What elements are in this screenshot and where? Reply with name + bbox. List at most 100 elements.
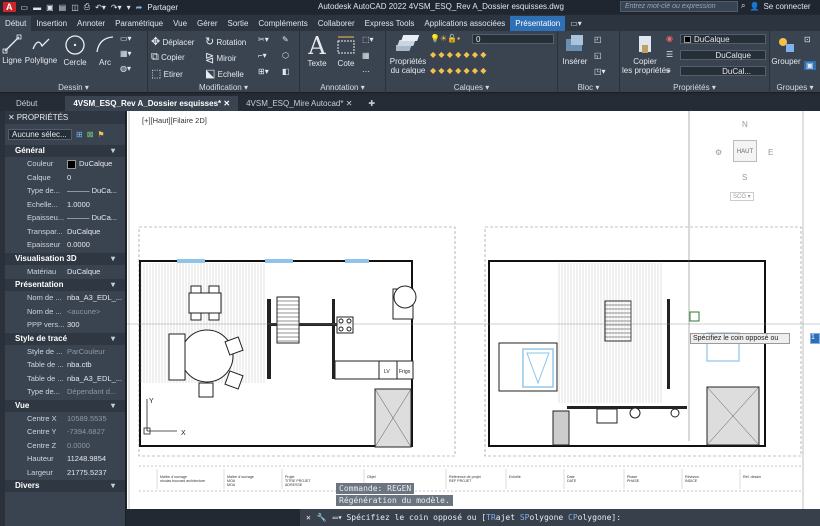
layer-dropdown[interactable]: 0	[472, 34, 554, 44]
property-row[interactable]: Echelle... 1.0000	[5, 198, 125, 212]
customize-icon[interactable]: 🔧	[317, 513, 333, 522]
group-select-icon[interactable]: ▣	[804, 61, 816, 70]
inserer-button[interactable]: Insérer	[560, 33, 590, 66]
viewcube-west[interactable]: ⚙	[715, 148, 722, 157]
property-row[interactable]: PPP vers... 300	[5, 318, 125, 332]
share-icon[interactable]: ➦	[136, 3, 143, 12]
color-dropdown[interactable]: DuCalque	[680, 34, 766, 44]
select-objects-icon[interactable]: ⊠	[87, 130, 94, 139]
polyligne-button[interactable]: Polyligne	[23, 34, 59, 65]
wcs-menu[interactable]: SCG ▾	[730, 192, 754, 201]
ribbon-tab-8[interactable]: Collaborer	[313, 16, 360, 31]
dropdown-icon[interactable]: ▾	[127, 3, 131, 12]
property-row[interactable]: Style de ... ParCouleur	[5, 345, 125, 359]
new-icon[interactable]: ▭	[21, 3, 29, 12]
close-icon[interactable]: ✕	[8, 113, 15, 122]
web-icon[interactable]: ◫	[71, 3, 79, 12]
toggle-pickadd-icon[interactable]: ⊞	[76, 130, 83, 139]
attribute-icon[interactable]: ◳▾	[594, 67, 606, 76]
arc-button[interactable]: Arc	[93, 34, 117, 67]
property-row[interactable]: Couleur DuCalque	[5, 157, 125, 171]
command-line[interactable]: ✕ 🔧 ▭▾ Spécifiez le coin opposé ou [TRaj…	[300, 509, 820, 526]
viewcube[interactable]: N ⚙ E HAUT S SCG ▾	[708, 118, 788, 208]
rectangle-icon[interactable]: ▭▾	[120, 34, 132, 43]
ribbon-tab-2[interactable]: Annoter	[72, 16, 110, 31]
miroir-button[interactable]: ⧎ Miroir	[205, 51, 236, 64]
share-button[interactable]: Partager	[147, 3, 178, 12]
copier-button[interactable]: ⧉ Copier	[151, 51, 185, 64]
property-row[interactable]: Nom de ... <aucune>	[5, 305, 125, 319]
viewcube-north[interactable]: N	[742, 120, 748, 129]
ribbon-tab-10[interactable]: Applications associées	[419, 16, 510, 31]
palette-grip[interactable]	[0, 111, 5, 526]
section-divers[interactable]: Divers	[5, 480, 125, 492]
leader-icon[interactable]: ⬚▾	[362, 35, 374, 44]
property-row[interactable]: Hauteur 11248.9854	[5, 452, 125, 466]
texte-button[interactable]: A Texte	[304, 33, 330, 68]
close-icon[interactable]: ✕	[300, 513, 317, 522]
property-row[interactable]: Table de ... nba_A3_EDL_...	[5, 372, 125, 386]
rotation-button[interactable]: ↻ Rotation	[205, 35, 246, 48]
deplacer-button[interactable]: ✥ Déplacer	[151, 35, 194, 48]
ligne-button[interactable]: Ligne	[1, 34, 23, 65]
search-input[interactable]: Entrez mot-clé ou expression	[620, 1, 738, 12]
layer-state-icons[interactable]: 💡☀🔓▪	[430, 34, 460, 43]
linetype-dropdown[interactable]: DuCalque	[680, 50, 766, 60]
etirer-button[interactable]: ⬚ Etirer	[151, 67, 183, 80]
selection-dropdown[interactable]: Aucune sélec...	[8, 128, 72, 140]
hatch-icon[interactable]: ▦▾	[120, 49, 132, 58]
ribbon-toggle-icon[interactable]: ▭▾	[565, 16, 587, 31]
offset-icon[interactable]: ◧	[282, 67, 290, 76]
doc-tab-active[interactable]: 4VSM_ESQ_Rev A_Dossier esquisses* ✕	[65, 95, 239, 111]
ribbon-tab-3[interactable]: Paramétrique	[110, 16, 168, 31]
signin-link[interactable]: Se connecter	[763, 2, 810, 11]
section-style[interactable]: Style de tracé	[5, 332, 125, 345]
viewport-label[interactable]: [+][Haut][Filaire 2D]	[142, 116, 207, 125]
property-row[interactable]: Transpar... DuCalque	[5, 225, 125, 239]
ribbon-tab-7[interactable]: Compléments	[253, 16, 312, 31]
ribbon-tab-6[interactable]: Sortie	[223, 16, 254, 31]
property-row[interactable]: Largeur 21775.5237	[5, 466, 125, 480]
app-logo[interactable]: A	[3, 2, 16, 12]
ribbon-tab-0[interactable]: Début	[0, 16, 32, 31]
echelle-button[interactable]: ⬕ Echelle	[205, 67, 244, 80]
property-row[interactable]: Centre X 10589.5535	[5, 412, 125, 426]
ribbon-tab-11[interactable]: Présentation	[510, 16, 566, 31]
proprietes-calque-button[interactable]: Propriétés du calque	[388, 33, 428, 75]
edit-block-icon[interactable]: ◱	[594, 51, 602, 60]
viewcube-south[interactable]: S	[742, 173, 747, 182]
doc-tab-second[interactable]: 4VSM_ESQ_Mire Autocad* ✕	[238, 96, 360, 111]
property-row[interactable]: Type de... Dépendant d...	[5, 385, 125, 399]
layer-tools-row1[interactable]: ◆ ◆ ◆ ◆ ◆ ◆ ◆	[430, 50, 486, 59]
open-icon[interactable]: ▬	[33, 3, 41, 12]
viewcube-face[interactable]: HAUT	[733, 140, 757, 162]
viewcube-east[interactable]: E	[768, 148, 773, 157]
gradient-icon[interactable]: ◍▾	[120, 64, 131, 73]
search-icon[interactable]: ⌕	[741, 1, 745, 11]
lineweight-dropdown[interactable]: DuCal...	[680, 66, 766, 76]
section-vis3d[interactable]: Visualisation 3D	[5, 252, 125, 265]
color-wheel-icon[interactable]: ◉	[666, 34, 673, 43]
cercle-button[interactable]: Cercle	[62, 34, 88, 67]
property-row[interactable]: Nom de ... nba_A3_EDL_...	[5, 291, 125, 305]
close-icon[interactable]: ✕	[223, 99, 230, 108]
close-icon[interactable]: ✕	[346, 99, 353, 108]
quick-select-icon[interactable]: ⚑	[97, 130, 104, 139]
print-icon[interactable]: ⎙	[84, 2, 90, 12]
linetype-icon[interactable]: ☰	[666, 50, 673, 59]
lineweight-icon[interactable]: ≡	[666, 66, 671, 75]
user-icon[interactable]: 👤	[749, 2, 759, 11]
property-row[interactable]: Calque 0	[5, 171, 125, 185]
dynamic-input-field[interactable]: 1	[810, 333, 820, 344]
undo-icon[interactable]: ↶▾	[95, 3, 106, 12]
property-row[interactable]: Epaisseur 0.0000	[5, 238, 125, 252]
property-row[interactable]: Type de... ——— DuCa...	[5, 184, 125, 198]
grouper-button[interactable]: Grouper	[770, 33, 802, 66]
save-as-icon[interactable]: ▤	[59, 3, 67, 12]
annot-more-icon[interactable]: ⋯	[362, 67, 370, 76]
doc-tab-start[interactable]: Début	[0, 96, 65, 111]
explode-icon[interactable]: ⬡	[282, 51, 289, 60]
property-row[interactable]: Matériau DuCalque	[5, 265, 125, 279]
ribbon-tab-5[interactable]: Gérer	[192, 16, 222, 31]
property-row[interactable]: Centre Z 0.0000	[5, 439, 125, 453]
